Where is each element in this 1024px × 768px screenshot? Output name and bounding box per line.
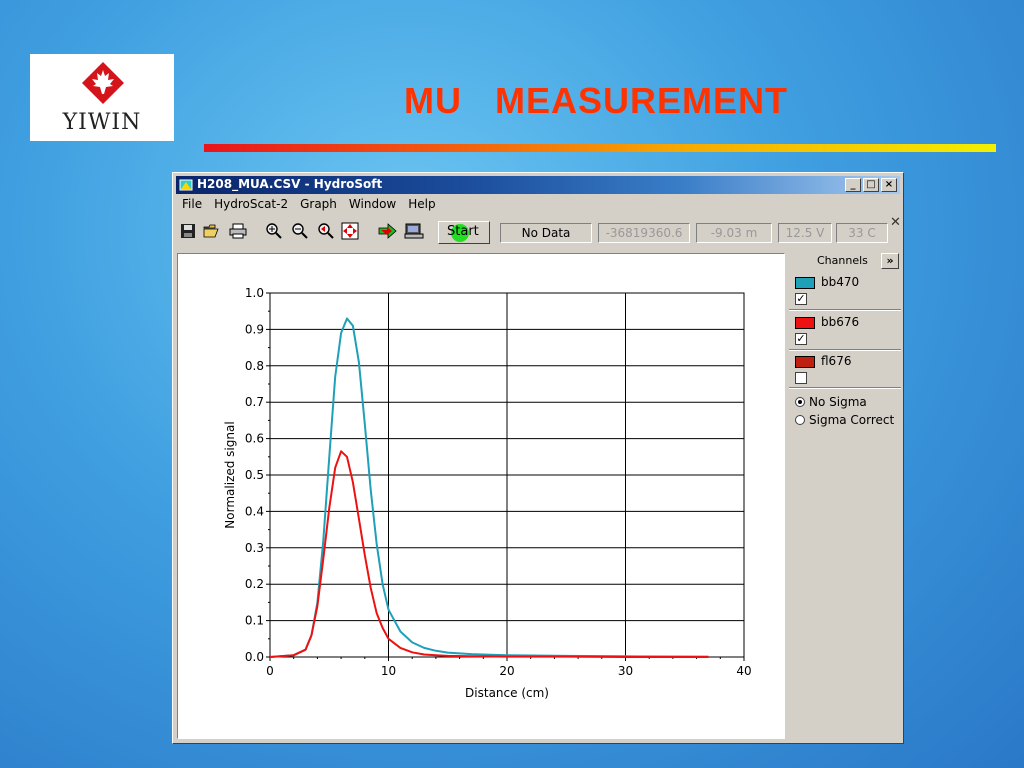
start-button[interactable]: Start: [438, 221, 490, 244]
window-title: H208_MUA.CSV - HydroSoft: [197, 177, 383, 191]
y-tick-label: 0.3: [245, 541, 264, 555]
radio-label: Sigma Correct: [809, 413, 895, 427]
radio-unselected-icon: [795, 415, 805, 425]
y-tick-label: 0.9: [245, 322, 264, 336]
channel-color-swatch: [795, 356, 815, 368]
no-sigma-radio[interactable]: No Sigma: [795, 395, 867, 409]
save-icon[interactable]: [178, 221, 198, 241]
status-voltage: 12.5 V: [778, 223, 832, 243]
menu-hydroscat[interactable]: HydroScat-2: [208, 196, 294, 214]
menu-file[interactable]: File: [176, 196, 208, 214]
plot-area[interactable]: 0.0 0.1 0.2 0.3 0.4 0.5 0.6 0.7 0.8 0.9 1.0 0 10 20 30…: [177, 253, 785, 739]
logo-text: YIWIN: [62, 110, 142, 135]
fit-icon[interactable]: [340, 221, 360, 241]
company-logo: YIWIN: [30, 54, 174, 141]
status-value: -36819360.6: [598, 223, 690, 243]
y-tick-label: 0.6: [245, 432, 264, 446]
toolbar-close-icon[interactable]: ✕: [890, 215, 901, 230]
menu-graph[interactable]: Graph: [294, 196, 343, 214]
divider: [789, 349, 901, 351]
print-icon[interactable]: [228, 221, 248, 241]
series-line-bb470: [269, 317, 709, 658]
y-tick-label: 0.0: [245, 650, 264, 664]
channel-label: bb676: [821, 315, 860, 329]
expand-button[interactable]: »: [881, 253, 899, 269]
channel-label: fl676: [821, 354, 852, 368]
divider: [789, 387, 901, 389]
y-tick-label: 0.1: [245, 614, 264, 628]
radio-label: No Sigma: [809, 395, 867, 409]
zoom-back-icon[interactable]: [316, 221, 336, 241]
divider: [789, 309, 901, 311]
x-axis-label: Distance (cm): [465, 686, 549, 700]
channels-header: Channels: [817, 254, 868, 267]
channel-label: bb470: [821, 275, 860, 289]
y-tick-label: 0.8: [245, 359, 264, 373]
status-temperature: 33 C: [836, 223, 888, 243]
close-button[interactable]: ×: [881, 178, 897, 192]
app-icon: [179, 179, 193, 191]
channel-bb676-checkbox[interactable]: ✓: [795, 333, 807, 345]
y-tick-label: 1.0: [245, 286, 264, 300]
channel-fl676-checkbox[interactable]: [795, 372, 807, 384]
x-tick-label: 20: [499, 664, 514, 678]
window-titlebar[interactable]: H208_MUA.CSV - HydroSoft _ □ ×: [176, 176, 900, 194]
x-tick-label: 30: [618, 664, 633, 678]
x-tick-label: 0: [266, 664, 274, 678]
channel-bb470: bb470 ✓: [795, 275, 899, 313]
channel-color-swatch: [795, 277, 815, 289]
menu-help[interactable]: Help: [402, 196, 441, 214]
arrow-right-icon[interactable]: [378, 221, 398, 241]
channels-panel: Channels » bb470 ✓ bb676 ✓ fl676 No Sigm…: [789, 253, 901, 739]
status-depth: -9.03 m: [696, 223, 772, 243]
line-chart: 0.0 0.1 0.2 0.3 0.4 0.5 0.6 0.7 0.8 0.9 1.0 0 10 20 30…: [223, 286, 752, 700]
y-tick-label: 0.5: [245, 468, 264, 482]
minimize-button[interactable]: _: [845, 178, 861, 192]
title-underline: [204, 144, 996, 152]
series-line-bb676: [269, 450, 709, 658]
y-tick-label: 0.4: [245, 504, 264, 518]
open-icon[interactable]: [202, 221, 222, 241]
channel-color-swatch: [795, 317, 815, 329]
channel-bb470-checkbox[interactable]: ✓: [795, 293, 807, 305]
radio-selected-icon: [795, 397, 805, 407]
maximize-button[interactable]: □: [863, 178, 879, 192]
toolbar: Start No Data -36819360.6 -9.03 m 12.5 V…: [176, 215, 901, 247]
x-tick-label: 40: [736, 664, 751, 678]
instrument-icon[interactable]: [404, 221, 424, 241]
channel-bb676: bb676 ✓: [795, 315, 899, 353]
sigma-correct-radio[interactable]: Sigma Correct: [795, 413, 894, 427]
hydrosoft-window: H208_MUA.CSV - HydroSoft _ □ × File Hydr…: [172, 172, 904, 744]
zoom-out-icon[interactable]: [290, 221, 310, 241]
slide-title: MU MEASUREMENT: [404, 80, 788, 121]
y-tick-label: 0.2: [245, 577, 264, 591]
y-tick-label: 0.7: [245, 395, 264, 409]
menu-window[interactable]: Window: [343, 196, 402, 214]
zoom-in-icon[interactable]: [264, 221, 284, 241]
x-tick-label: 10: [381, 664, 396, 678]
y-axis-label: Normalized signal: [223, 421, 237, 528]
maple-leaf-logo-icon: [82, 62, 124, 104]
menu-bar: File HydroScat-2 Graph Window Help: [176, 196, 442, 214]
status-data: No Data: [500, 223, 592, 243]
